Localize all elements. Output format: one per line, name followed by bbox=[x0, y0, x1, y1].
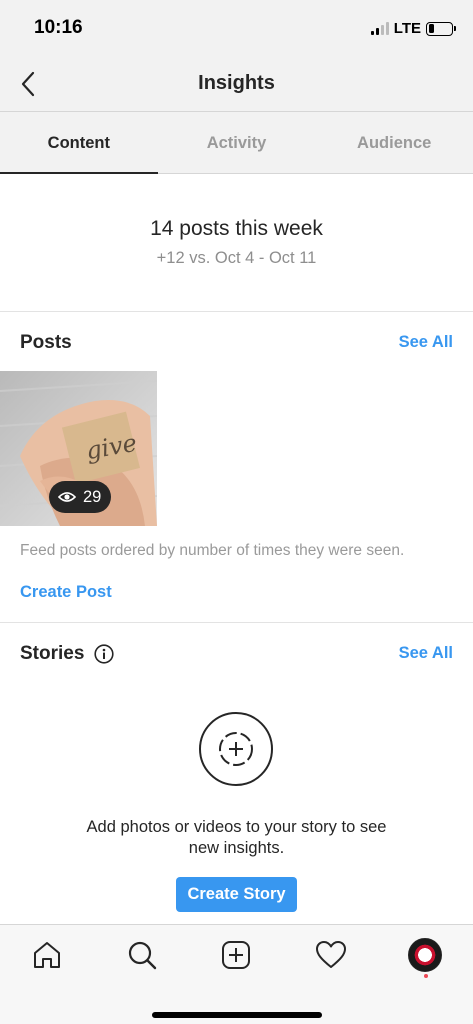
stories-section: Stories See All Add photos or videos to … bbox=[0, 624, 473, 924]
stories-message-line1: Add photos or videos to your story to se… bbox=[86, 818, 387, 836]
weekly-summary: 14 posts this week +12 vs. Oct 4 - Oct 1… bbox=[0, 175, 473, 312]
bottom-tab-bar bbox=[0, 924, 473, 1024]
posts-title: Posts bbox=[20, 332, 72, 353]
post-views-count: 29 bbox=[83, 487, 102, 506]
nav-activity[interactable] bbox=[309, 933, 353, 977]
add-story-icon[interactable] bbox=[198, 711, 274, 787]
battery-icon bbox=[426, 21, 456, 36]
tab-audience[interactable]: Audience bbox=[315, 112, 473, 173]
network-label: LTE bbox=[393, 20, 421, 37]
search-icon bbox=[128, 941, 157, 970]
nav-search[interactable] bbox=[120, 933, 164, 977]
create-post-link[interactable]: Create Post bbox=[20, 583, 112, 602]
nav-header: Insights bbox=[0, 56, 473, 112]
signal-icon bbox=[370, 22, 389, 35]
posts-section: Posts See All give 29 Feed posts ordered… bbox=[0, 313, 473, 623]
nav-new-post[interactable] bbox=[214, 933, 258, 977]
nav-profile[interactable] bbox=[403, 933, 447, 977]
post-views-badge: 29 bbox=[49, 481, 112, 513]
page-title: Insights bbox=[198, 72, 275, 94]
posts-header: Posts See All bbox=[0, 313, 473, 371]
stories-title-wrap: Stories bbox=[20, 643, 115, 665]
heart-icon bbox=[316, 941, 346, 968]
status-bar: 10:16 LTE bbox=[0, 0, 473, 56]
home-indicator bbox=[152, 1012, 322, 1018]
stories-header: Stories See All bbox=[0, 624, 473, 682]
posts-count: 14 posts this week bbox=[150, 217, 323, 240]
info-icon[interactable] bbox=[94, 644, 115, 664]
tab-activity[interactable]: Activity bbox=[158, 112, 316, 173]
home-icon bbox=[34, 942, 60, 968]
status-indicators: LTE bbox=[370, 20, 456, 37]
posts-comparison: +12 vs. Oct 4 - Oct 11 bbox=[156, 249, 317, 267]
create-story-button[interactable]: Create Story bbox=[176, 877, 297, 912]
stories-empty-message: Add photos or videos to your story to se… bbox=[0, 817, 473, 859]
profile-avatar bbox=[408, 938, 442, 972]
status-time: 10:16 bbox=[34, 17, 83, 38]
stories-message-line2: new insights. bbox=[188, 839, 285, 857]
posts-caption: Feed posts ordered by number of times th… bbox=[20, 542, 405, 559]
post-thumbnail[interactable]: give 29 bbox=[0, 371, 157, 526]
battery-level bbox=[428, 24, 434, 33]
tab-content[interactable]: Content bbox=[0, 112, 158, 174]
nav-home[interactable] bbox=[25, 933, 69, 977]
stories-title: Stories bbox=[20, 643, 85, 664]
notification-dot bbox=[424, 974, 428, 978]
stories-see-all-link[interactable]: See All bbox=[399, 644, 453, 663]
add-post-icon bbox=[222, 941, 250, 969]
eye-icon bbox=[58, 492, 76, 502]
posts-see-all-link[interactable]: See All bbox=[399, 333, 453, 352]
insights-tabs: Content Activity Audience bbox=[0, 112, 473, 174]
